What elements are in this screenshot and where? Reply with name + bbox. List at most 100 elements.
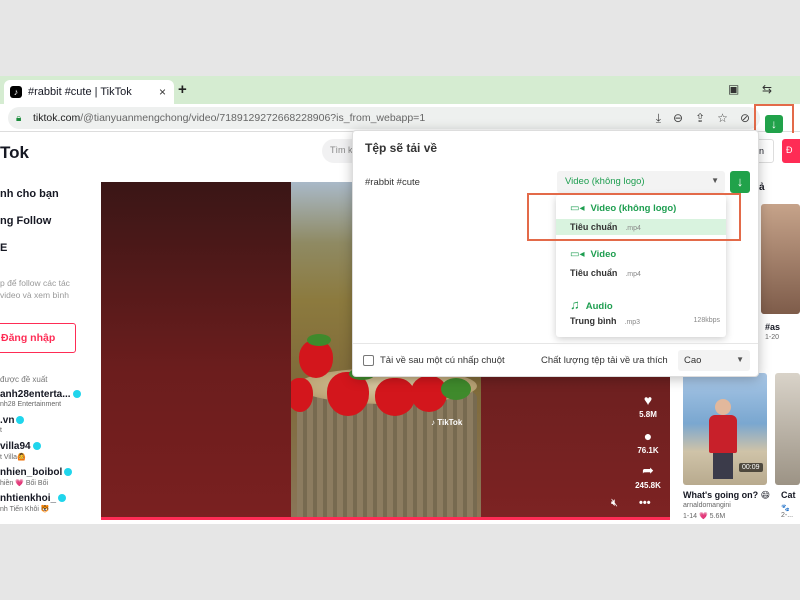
option-format: ▭◂ Video xyxy=(570,249,616,260)
heart-icon[interactable]: ♥ xyxy=(631,392,665,408)
option-quality-label: Tiêu chuẩn xyxy=(570,268,618,278)
thumbnail-caption[interactable]: Cat xyxy=(781,490,796,500)
new-tab-button[interactable]: + xyxy=(178,81,187,98)
option-format: ♫ Audio xyxy=(570,297,613,312)
video-blur-left xyxy=(101,182,291,520)
share-arrow-icon[interactable]: ➦ xyxy=(631,462,665,479)
thumbnail-caption[interactable]: What's going on? 😄 xyxy=(683,490,770,501)
url-field[interactable]: 🔒︎ tiktok.com/@tianyuanmengchong/video/7… xyxy=(8,107,760,129)
suggested-account[interactable]: .vn t xyxy=(0,415,25,434)
one-click-checkbox[interactable] xyxy=(363,355,374,366)
account-subtitle: t xyxy=(0,427,2,434)
login-button[interactable]: Đăng nhập xyxy=(0,323,76,353)
person-body xyxy=(709,415,737,453)
chevron-down-icon: ▼ xyxy=(711,176,719,185)
account-name: anh28enterta... xyxy=(0,389,71,400)
tiktok-logo[interactable]: Tok xyxy=(0,143,29,163)
selected-option-highlight xyxy=(527,193,741,241)
mute-icon[interactable]: 🔇︎ xyxy=(611,497,618,510)
suggested-account[interactable]: anh28enterta... nh28 Entertainment xyxy=(0,389,81,408)
option-extension: .mp3 xyxy=(624,319,641,326)
tab-strip: ♪ #rabbit #cute | TikTok × + ▣ ⇆ xyxy=(0,76,800,104)
download-button[interactable]: ↓ xyxy=(730,171,750,193)
address-bar: 🔒︎ tiktok.com/@tianyuanmengchong/video/7… xyxy=(0,104,800,132)
thumbnail-subtitle: 1-20 xyxy=(765,334,780,341)
strawberry xyxy=(375,378,415,416)
share-icon[interactable]: ⇪ xyxy=(695,111,705,125)
thumbnail-subtitle: 1-14 💗 5.6M xyxy=(683,513,726,520)
comment-action[interactable]: ● 76.1K xyxy=(631,428,665,455)
verified-icon xyxy=(16,416,25,425)
tab-actions-icon[interactable]: ⇆ xyxy=(762,82,772,96)
video-thumbnail[interactable] xyxy=(775,373,800,485)
preferred-quality-select[interactable]: Cao ▼ xyxy=(678,350,750,371)
video-duration: 00:09 xyxy=(739,463,763,472)
hint-line-1: p để follow các tác xyxy=(0,278,70,288)
nav-for-you[interactable]: nh cho bạn xyxy=(0,188,59,200)
url-path: /@tianyuanmengchong/video/71891292726682… xyxy=(80,112,426,124)
verified-icon xyxy=(32,442,41,451)
account-name: nhtienkhoi_ xyxy=(0,493,57,504)
download-extension-icon[interactable]: ↓ xyxy=(765,115,783,133)
option-quality[interactable]: Trung bình .mp3 128kbps xyxy=(556,313,726,329)
music-note-icon: ♫ xyxy=(570,297,580,312)
share-action[interactable]: ➦ 245.8K xyxy=(631,462,665,490)
comment-count: 76.1K xyxy=(637,446,659,455)
one-click-label[interactable]: Tải về sau một cú nhấp chuột xyxy=(380,355,505,366)
picture-in-picture-icon[interactable]: ▣ xyxy=(728,82,739,96)
strawberry xyxy=(411,376,447,412)
like-count: 5.8M xyxy=(639,410,657,419)
account-name: nhien_boibol xyxy=(0,467,63,478)
more-icon[interactable]: ••• xyxy=(639,497,651,509)
suggested-accounts-title: được đề xuất xyxy=(0,375,48,384)
install-app-icon[interactable]: ⤓ xyxy=(656,111,661,126)
format-option-video[interactable]: ▭◂ Video Tiêu chuẩn .mp4 xyxy=(556,241,726,285)
option-quality-label: Trung bình xyxy=(570,316,617,326)
file-name: #rabbit #cute xyxy=(365,177,420,188)
tiktok-watermark: ♪ TikTok xyxy=(431,418,463,427)
zoom-icon[interactable]: ⊖ xyxy=(673,111,683,125)
preferred-quality-value: Cao xyxy=(684,355,702,366)
comment-icon[interactable]: ● xyxy=(631,428,665,444)
format-select[interactable]: Video (không logo) ▼ xyxy=(557,171,725,193)
preferred-quality-label: Chất lượng tệp tải về ưa thích xyxy=(541,355,668,366)
login-top-button[interactable]: Đ xyxy=(782,139,800,163)
star-icon[interactable]: ☆ xyxy=(717,111,728,125)
popup-title: Tệp sẽ tải về xyxy=(365,141,438,155)
like-action[interactable]: ♥ 5.8M xyxy=(631,392,665,419)
verified-icon xyxy=(64,468,73,477)
video-thumbnail[interactable]: 00:09 xyxy=(683,373,767,485)
tab-close-icon[interactable]: × xyxy=(157,85,168,99)
person-legs xyxy=(713,453,733,479)
strawberry-leaf xyxy=(441,378,471,400)
option-bitrate: 128kbps xyxy=(693,317,720,324)
tracking-prevention-icon[interactable]: ⊘ xyxy=(740,111,750,125)
section-label: ả xyxy=(759,182,765,193)
account-subtitle: hiền 💗 Bối Bối xyxy=(0,480,49,487)
thumbnail-subtitle: arnaldomangini xyxy=(683,502,731,509)
tab-title: #rabbit #cute | TikTok xyxy=(28,86,132,98)
suggested-account[interactable]: nhien_boibol hiền 💗 Bối Bối xyxy=(0,467,73,487)
suggested-account[interactable]: villa94 t Villa🙆 xyxy=(0,441,41,461)
format-select-value: Video (không logo) xyxy=(565,176,645,187)
option-format-label: Audio xyxy=(585,301,613,312)
share-count: 245.8K xyxy=(635,481,661,490)
tiktok-favicon-icon: ♪ xyxy=(10,86,22,98)
thumbnail-caption[interactable]: #as xyxy=(765,322,780,332)
account-subtitle: nh28 Entertainment xyxy=(0,401,62,408)
account-subtitle: nh Tiến Khôi 🐯 xyxy=(0,506,50,513)
option-quality[interactable]: Tiêu chuẩn .mp4 xyxy=(556,265,726,281)
option-format-label: Video xyxy=(590,249,617,260)
nav-live[interactable]: E xyxy=(0,242,7,254)
tab-tiktok[interactable]: ♪ #rabbit #cute | TikTok × xyxy=(4,80,174,104)
lock-icon[interactable]: 🔒︎ xyxy=(16,113,27,124)
video-thumbnail[interactable] xyxy=(761,204,800,314)
account-name: villa94 xyxy=(0,441,31,452)
nav-following[interactable]: ng Follow xyxy=(0,215,51,227)
verified-icon xyxy=(72,390,81,399)
video-progress-bar[interactable] xyxy=(101,517,670,520)
suggested-account[interactable]: nhtienkhoi_nh Tiến Khôi 🐯 xyxy=(0,493,67,513)
account-name: .vn xyxy=(0,415,15,426)
popup-footer: Tải về sau một cú nhấp chuột Chất lượng … xyxy=(353,343,758,377)
format-option-audio[interactable]: ♫ Audio Trung bình .mp3 128kbps xyxy=(556,289,726,333)
